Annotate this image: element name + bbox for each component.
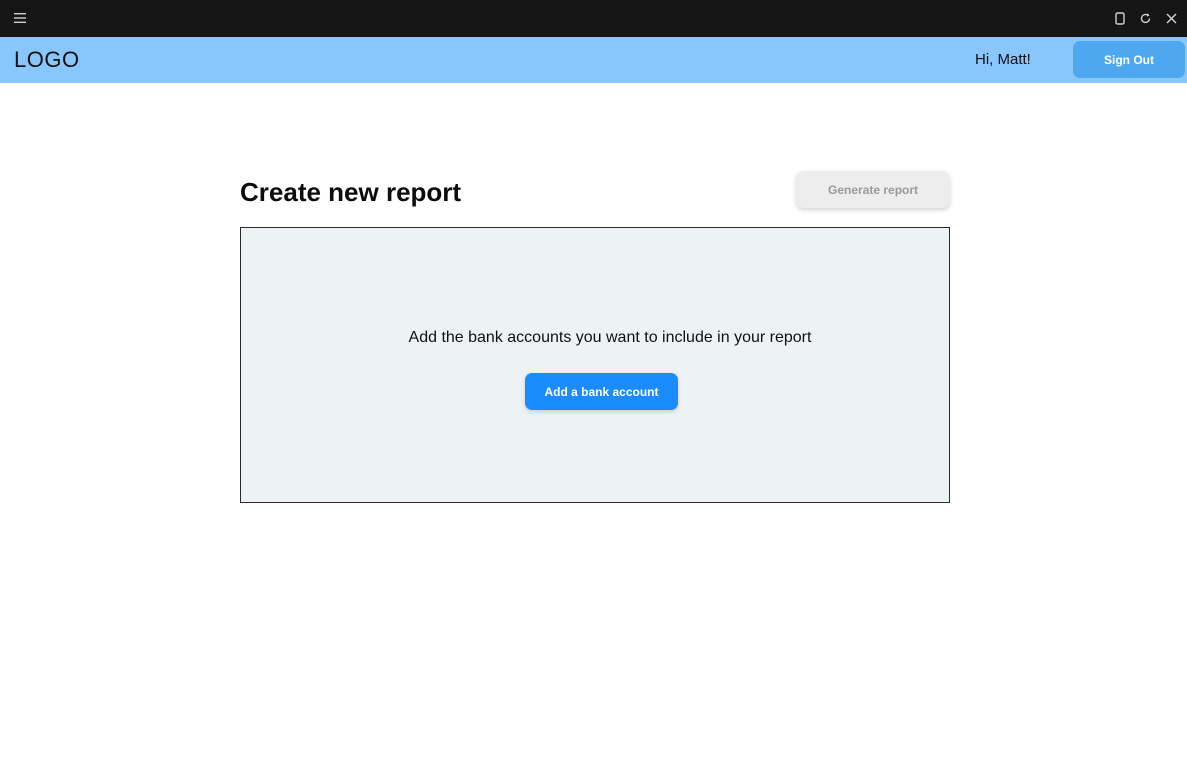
sign-out-button[interactable]: Sign Out (1073, 41, 1185, 78)
bank-accounts-panel: Add the bank accounts you want to includ… (240, 227, 950, 503)
page-title: Create new report (240, 177, 462, 207)
reload-icon[interactable] (1134, 7, 1156, 29)
phone-icon[interactable] (1109, 7, 1131, 29)
app-window: LOGO Hi, Matt! Sign Out Create new repor… (0, 0, 1187, 780)
close-icon[interactable] (1160, 7, 1182, 29)
hamburger-menu-icon[interactable] (9, 8, 31, 28)
empty-state-message: Add the bank accounts you want to includ… (408, 329, 812, 346)
app-header: LOGO Hi, Matt! Sign Out (0, 37, 1187, 83)
user-greeting: Hi, Matt! (975, 51, 1031, 68)
window-chrome (0, 0, 1187, 37)
add-bank-account-button[interactable]: Add a bank account (525, 373, 678, 410)
logo: LOGO (14, 47, 80, 72)
generate-report-button[interactable]: Generate report (796, 171, 950, 208)
